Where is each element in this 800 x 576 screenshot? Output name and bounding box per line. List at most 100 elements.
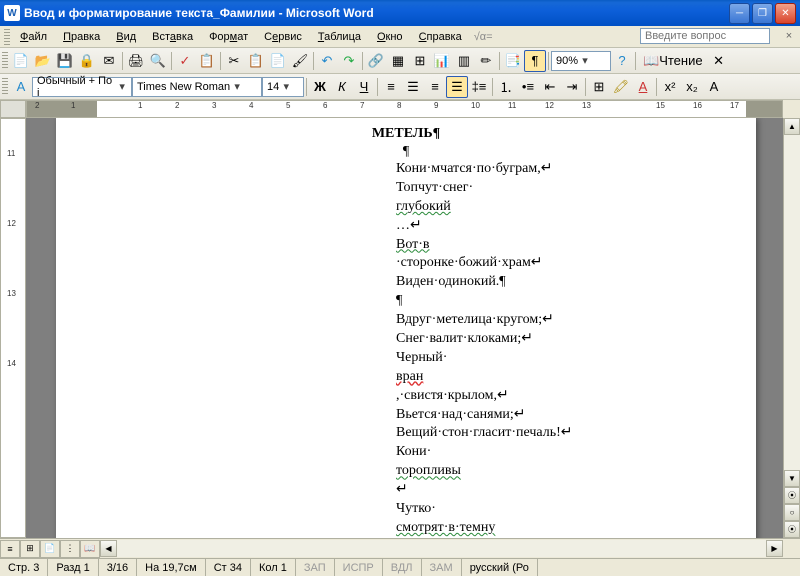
poem-line[interactable]: Чутко·смотрят·в·темну·даль,↵ xyxy=(396,500,676,538)
spellcheck-button[interactable]: ✓ xyxy=(174,50,196,72)
read-mode-button[interactable]: 📖 Чтение xyxy=(638,50,708,72)
next-page-button[interactable]: ⦿ xyxy=(784,521,800,538)
redo-button[interactable]: ↷ xyxy=(338,50,360,72)
lang-button[interactable]: A xyxy=(703,76,725,98)
increase-indent-button[interactable]: ⇥ xyxy=(561,76,583,98)
underline-button[interactable]: Ч xyxy=(353,76,375,98)
grip[interactable] xyxy=(2,78,8,96)
document-page[interactable]: МЕТЕЛЬ¶ ¶ Кони·мчатся·по·буграм,↵ Топчут… xyxy=(56,118,756,538)
menu-help[interactable]: Справка xyxy=(411,29,470,45)
poem-line[interactable]: Черный·вран,·свистя·крылом,↵ xyxy=(396,349,676,406)
scroll-right-button[interactable]: ▶ xyxy=(766,540,783,557)
menu-edit[interactable]: Правка xyxy=(55,29,108,45)
doc-title[interactable]: МЕТЕЛЬ¶ xyxy=(136,126,676,142)
print-button[interactable]: 🖨 xyxy=(125,50,147,72)
align-center-button[interactable]: ☰ xyxy=(402,76,424,98)
copy-button[interactable]: 📋 xyxy=(245,50,267,72)
tables-borders-button[interactable]: ▦ xyxy=(387,50,409,72)
normal-view-button[interactable]: ≡ xyxy=(0,540,20,558)
subscript-button[interactable]: x₂ xyxy=(681,76,703,98)
poem-block[interactable]: Кони·мчатся·по·буграм,↵ Топчут·снег·глуб… xyxy=(396,160,676,538)
new-doc-button[interactable]: 📄 xyxy=(10,50,32,72)
bold-button[interactable]: Ж xyxy=(309,76,331,98)
help-button[interactable]: ? xyxy=(611,50,633,72)
bullets-button[interactable]: •≡ xyxy=(517,76,539,98)
horizontal-scrollbar[interactable]: ◀ ▶ xyxy=(100,540,783,557)
line-spacing-button[interactable]: ‡≡ xyxy=(468,76,490,98)
paste-button[interactable]: 📄 xyxy=(267,50,289,72)
scroll-left-button[interactable]: ◀ xyxy=(100,540,117,557)
web-view-button[interactable]: ⊞ xyxy=(20,540,40,558)
menu-table[interactable]: Таблица xyxy=(310,29,369,45)
print-view-button[interactable]: 📄 xyxy=(40,540,60,558)
align-left-button[interactable]: ≡ xyxy=(380,76,402,98)
hyperlink-button[interactable]: 🔗 xyxy=(365,50,387,72)
show-marks-button[interactable]: ¶ xyxy=(524,50,546,72)
scroll-up-button[interactable]: ▲ xyxy=(784,118,800,135)
poem-line[interactable]: ¶ xyxy=(396,292,676,311)
excel-button[interactable]: 📊 xyxy=(431,50,453,72)
poem-line[interactable]: Кони·мчатся·по·буграм,↵ xyxy=(396,160,676,179)
grip[interactable] xyxy=(4,29,10,45)
cut-button[interactable]: ✂ xyxy=(223,50,245,72)
menu-window[interactable]: Окно xyxy=(369,29,411,45)
status-lang[interactable]: русский (Ро xyxy=(462,559,538,576)
status-page[interactable]: Стр. 3 xyxy=(0,559,48,576)
font-combo[interactable]: Times New Roman▾ xyxy=(132,77,262,97)
scroll-down-button[interactable]: ▼ xyxy=(784,470,800,487)
poem-line[interactable]: Вещий·стон·гласит·печаль!↵ xyxy=(396,424,676,443)
poem-line[interactable]: Вот·в·сторонке·божий·храм↵ xyxy=(396,236,676,274)
print-preview-button[interactable]: 🔍 xyxy=(147,50,169,72)
open-button[interactable]: 📂 xyxy=(32,50,54,72)
grip[interactable] xyxy=(2,52,8,70)
styles-pane-button[interactable]: A xyxy=(10,76,32,98)
reading-view-button[interactable]: 📖 xyxy=(80,540,100,558)
menu-format[interactable]: Формат xyxy=(201,29,256,45)
borders-button[interactable]: ⊞ xyxy=(588,76,610,98)
poem-line[interactable]: Вьется·над·санями;↵ xyxy=(396,406,676,425)
maximize-button[interactable]: ❐ xyxy=(752,3,773,24)
menu-tools[interactable]: Сервис xyxy=(256,29,310,45)
doc-map-button[interactable]: 📑 xyxy=(502,50,524,72)
vertical-ruler[interactable]: 11 12 13 14 xyxy=(0,118,26,538)
status-line[interactable]: Ст 34 xyxy=(206,559,251,576)
align-justify-button[interactable]: ☰ xyxy=(446,76,468,98)
save-button[interactable]: 💾 xyxy=(54,50,76,72)
zoom-combo[interactable]: 90%▾ xyxy=(551,51,611,71)
align-right-button[interactable]: ≡ xyxy=(424,76,446,98)
minimize-button[interactable]: ─ xyxy=(729,3,750,24)
size-combo[interactable]: 14▾ xyxy=(262,77,304,97)
highlight-button[interactable]: 🖍 xyxy=(610,76,632,98)
decrease-indent-button[interactable]: ⇤ xyxy=(539,76,561,98)
poem-line[interactable]: Топчут·снег·глубокий…↵ xyxy=(396,179,676,236)
email-button[interactable]: ✉ xyxy=(98,50,120,72)
document-area[interactable]: МЕТЕЛЬ¶ ¶ Кони·мчатся·по·буграм,↵ Топчут… xyxy=(26,118,783,538)
empty-para[interactable]: ¶ xyxy=(136,144,676,160)
horizontal-ruler[interactable]: 2 1 1 2 3 4 5 6 7 8 9 10 11 12 13 15 16 … xyxy=(26,100,783,118)
menu-close-button[interactable]: × xyxy=(782,30,796,44)
status-column[interactable]: Кол 1 xyxy=(251,559,296,576)
browse-object-button[interactable]: ○ xyxy=(784,504,800,521)
status-rec[interactable]: ЗАП xyxy=(296,559,335,576)
status-pages[interactable]: 3/16 xyxy=(99,559,137,576)
status-section[interactable]: Разд 1 xyxy=(48,559,98,576)
poem-line[interactable]: Виден·одинокий.¶ xyxy=(396,273,676,292)
poem-line[interactable]: Вдруг·метелица·кругом;↵ xyxy=(396,311,676,330)
style-combo[interactable]: Обычный + По і▾ xyxy=(32,77,132,97)
undo-button[interactable]: ↶ xyxy=(316,50,338,72)
italic-button[interactable]: К xyxy=(331,76,353,98)
vertical-scrollbar[interactable]: ▲ ▼ ⦿ ○ ⦿ xyxy=(783,118,800,538)
close-button[interactable]: ✕ xyxy=(775,3,796,24)
research-button[interactable]: 📋 xyxy=(196,50,218,72)
format-painter-button[interactable]: 🖌 xyxy=(289,50,311,72)
columns-button[interactable]: ▥ xyxy=(453,50,475,72)
poem-line[interactable]: Кони·торопливы↵ xyxy=(396,443,676,500)
numbering-button[interactable]: ⒈ xyxy=(495,76,517,98)
menu-insert[interactable]: Вставка xyxy=(144,29,201,45)
menu-view[interactable]: Вид xyxy=(108,29,144,45)
status-ext[interactable]: ВДЛ xyxy=(383,559,422,576)
permission-button[interactable]: 🔒 xyxy=(76,50,98,72)
status-ovr[interactable]: ЗАМ xyxy=(422,559,462,576)
close-reading-button[interactable]: ✕ xyxy=(708,50,730,72)
drawing-button[interactable]: ✏ xyxy=(475,50,497,72)
